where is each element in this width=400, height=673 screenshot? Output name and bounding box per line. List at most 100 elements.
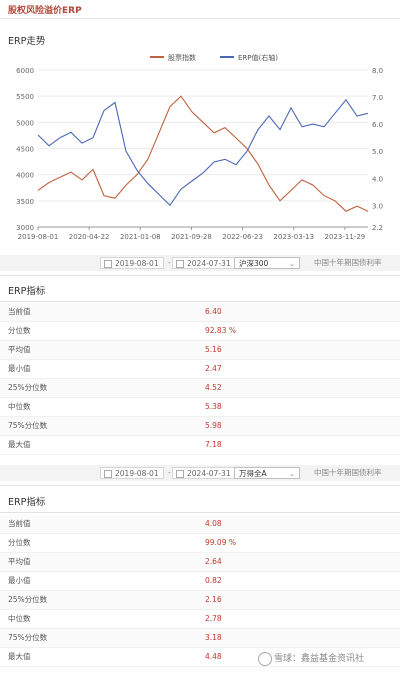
y-left-tick-label: 3500	[16, 198, 34, 206]
table1-title: ERP指标	[8, 286, 46, 297]
table2-title: ERP指标	[8, 497, 46, 508]
y-right-tick-label: 2.2	[372, 224, 383, 232]
metric-name: 中位数	[8, 614, 31, 623]
metric-value: 4.52	[205, 383, 222, 392]
benchmark-label-1[interactable]: 中国十年期国债利率	[314, 257, 382, 269]
date-range-dash: -	[168, 258, 171, 267]
metric-name: 平均值	[8, 557, 31, 566]
metric-value: 92.83 %	[205, 326, 236, 335]
index-select-2[interactable]: 万得全A ⌄	[234, 467, 300, 479]
metric-value: 6.40	[205, 307, 222, 316]
y-left-tick-label: 5000	[16, 119, 34, 127]
chevron-down-icon: ⌄	[289, 260, 295, 268]
metric-name: 最小值	[8, 576, 31, 585]
x-tick-label: 2022-06-23	[222, 233, 263, 241]
y-left-tick-label: 4500	[16, 146, 34, 154]
index-select-1[interactable]: 沪深300 ⌄	[234, 257, 300, 269]
table-row: 25%分位数 4.52	[0, 379, 400, 398]
divider	[0, 301, 400, 302]
metric-name: 分位数	[8, 538, 31, 547]
table-row: 75%分位数 3.18	[0, 629, 400, 648]
x-tick-label: 2023-11-29	[325, 233, 366, 241]
table-row: 分位数 99.09 %	[0, 534, 400, 553]
watermark: 雪球：鑫益基金资讯社	[258, 651, 364, 666]
table-row: 中位数 2.78	[0, 610, 400, 629]
metric-value: 2.47	[205, 364, 222, 373]
metric-value: 3.18	[205, 633, 222, 642]
metric-name: 75%分位数	[8, 421, 48, 430]
table-row: 平均值 5.16	[0, 341, 400, 360]
metric-name: 当前值	[8, 519, 31, 528]
table-row: 最大值 7.18	[0, 436, 400, 455]
y-right-tick-label: 4.0	[372, 175, 383, 183]
calendar-icon	[104, 470, 112, 478]
benchmark-label-2[interactable]: 中国十年期国债利率	[314, 467, 382, 479]
erp-metrics-table-2: 当前值 4.08 分位数 99.09 % 平均值 2.64 最小值 0.82 25%分位数 2.1…	[0, 515, 400, 667]
metric-value: 7.18	[205, 440, 222, 449]
erp-chart: 6000 5500 5000 4500 4000 3500 3000 8.0 7.0 6.0 5.0…	[0, 45, 400, 250]
metric-name: 最大值	[8, 652, 31, 661]
filter-bar-2: 2019-08-01 - 2024-07-31 万得全A ⌄ 中国十年期国债利率	[0, 465, 400, 481]
metric-value: 2.64	[205, 557, 222, 566]
filter-bar-1: 2019-08-01 - 2024-07-31 沪深300 ⌄ 中国十年期国债利…	[0, 255, 400, 271]
table-row: 75%分位数 5.98	[0, 417, 400, 436]
x-tick-label: 2021-01-08	[120, 233, 161, 241]
y-left-tick-label: 4000	[16, 172, 34, 180]
y-left-tick-label: 5500	[16, 93, 34, 101]
legend-label: 股票指数	[168, 53, 196, 62]
metric-value: 2.78	[205, 614, 222, 623]
end-date-input-2[interactable]: 2024-07-31	[172, 467, 236, 479]
calendar-icon	[176, 260, 184, 268]
y-right-tick-label: 5.0	[372, 148, 383, 156]
metric-name: 最大值	[8, 440, 31, 449]
divider	[0, 275, 400, 276]
metric-name: 25%分位数	[8, 595, 48, 604]
erp-chart-svg: 6000 5500 5000 4500 4000 3500 3000 8.0 7.0 6.0 5.0…	[16, 53, 383, 241]
table-row: 中位数 5.38	[0, 398, 400, 417]
table-row: 当前值 6.40	[0, 303, 400, 322]
chevron-down-icon: ⌄	[289, 470, 295, 478]
metric-name: 75%分位数	[8, 633, 48, 642]
table-row: 最小值 0.82	[0, 572, 400, 591]
metric-value: 4.48	[205, 652, 222, 661]
date-range-dash: -	[168, 468, 171, 477]
x-tick-label: 2019-08-01	[18, 233, 59, 241]
table-row: 分位数 92.83 %	[0, 322, 400, 341]
metric-value: 99.09 %	[205, 538, 236, 547]
erp-series-line	[37, 98, 369, 207]
calendar-icon	[176, 470, 184, 478]
metric-value: 0.82	[205, 576, 222, 585]
metric-value: 4.08	[205, 519, 222, 528]
metric-name: 分位数	[8, 326, 31, 335]
x-tick-label: 2021-09-28	[171, 233, 212, 241]
table-row: 平均值 2.64	[0, 553, 400, 572]
table-row: 25%分位数 2.16	[0, 591, 400, 610]
metric-value: 5.98	[205, 421, 222, 430]
metric-name: 当前值	[8, 307, 31, 316]
y-right-tick-label: 3.0	[372, 202, 383, 210]
y-right-tick-label: 6.0	[372, 121, 383, 129]
stock-index-series-line	[37, 95, 369, 212]
metric-name: 最小值	[8, 364, 31, 373]
table-row: 最小值 2.47	[0, 360, 400, 379]
x-tick-label: 2023-03-13	[273, 233, 314, 241]
calendar-icon	[104, 260, 112, 268]
table-row: 当前值 4.08	[0, 515, 400, 534]
y-right-tick-label: 8.0	[372, 67, 383, 75]
y-left-tick-label: 3000	[16, 224, 34, 232]
metric-name: 平均值	[8, 345, 31, 354]
metric-name: 25%分位数	[8, 383, 48, 392]
metric-value: 5.38	[205, 402, 222, 411]
end-date-input-1[interactable]: 2024-07-31	[172, 257, 236, 269]
page-title: 股权风险溢价ERP	[8, 6, 82, 16]
start-date-input-1[interactable]: 2019-08-01	[100, 257, 164, 269]
y-right-tick-label: 7.0	[372, 94, 383, 102]
metric-value: 2.16	[205, 595, 222, 604]
y-left-tick-label: 6000	[16, 67, 34, 75]
x-tick-label: 2020-04-22	[69, 233, 110, 241]
divider	[0, 18, 400, 19]
start-date-input-2[interactable]: 2019-08-01	[100, 467, 164, 479]
divider	[0, 485, 400, 486]
metric-value: 5.16	[205, 345, 222, 354]
divider	[0, 512, 400, 513]
